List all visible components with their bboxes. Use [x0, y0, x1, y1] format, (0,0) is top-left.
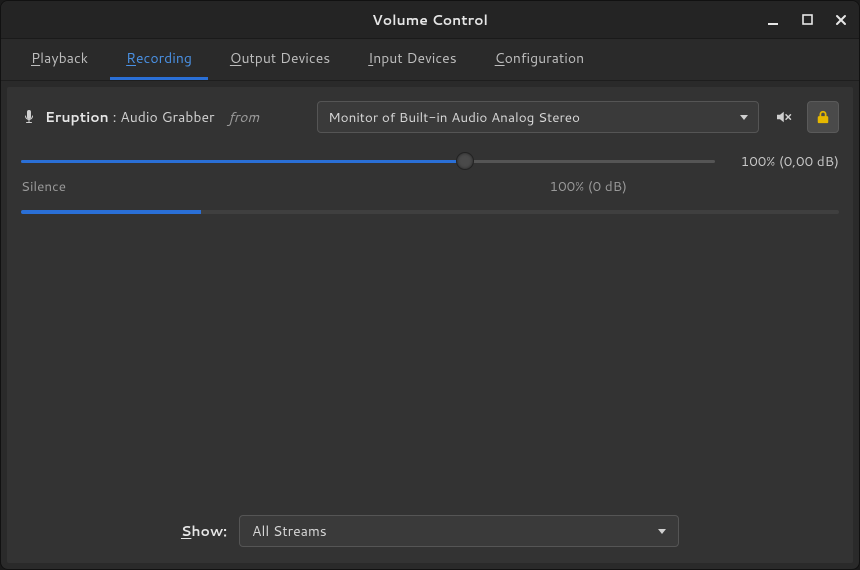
volume-row: 100% (0,00 dB) [21, 151, 839, 171]
lock-channels-button[interactable] [807, 101, 839, 133]
stream-app-name: Eruption [45, 107, 109, 127]
device-select[interactable]: Monitor of Built-in Audio Analog Stereo [317, 101, 759, 133]
footer: Show: All Streams [21, 505, 839, 553]
slider-scale-labels: Silence 100% (0 dB) [21, 177, 839, 196]
scale-label-silence: Silence [21, 177, 66, 196]
slider-fill [21, 160, 465, 163]
close-button[interactable] [833, 12, 849, 28]
volume-readout: 100% (0,00 dB) [729, 152, 839, 171]
content-area: Eruption : Audio Grabber from Monitor of… [7, 87, 853, 563]
stream-from-label: from [228, 107, 259, 127]
tab-bar: Playback Recording Output Devices Input … [1, 39, 859, 81]
device-selected-label: Monitor of Built-in Audio Analog Stereo [328, 108, 580, 127]
chevron-down-icon [740, 115, 748, 120]
stream-header: Eruption : Audio Grabber from Monitor of… [21, 101, 839, 133]
show-filter-selected: All Streams [252, 521, 327, 541]
tab-input-devices[interactable]: Input Devices [352, 39, 472, 80]
slider-track [21, 160, 715, 163]
volume-slider[interactable] [21, 151, 715, 171]
minimize-button[interactable] [765, 12, 781, 28]
stream-description: Audio Grabber [120, 107, 214, 127]
tab-recording[interactable]: Recording [110, 39, 208, 80]
maximize-button[interactable] [799, 12, 815, 28]
tab-configuration[interactable]: Configuration [479, 39, 601, 80]
microphone-icon [21, 109, 37, 125]
titlebar[interactable]: Volume Control [1, 1, 859, 39]
tab-output-devices[interactable]: Output Devices [214, 39, 346, 80]
show-label: Show: [181, 521, 227, 541]
level-meter-fill [21, 210, 201, 214]
level-meter [21, 210, 839, 214]
chevron-down-icon [658, 529, 666, 534]
slider-thumb[interactable] [456, 152, 474, 170]
spacer [21, 214, 839, 505]
show-filter-select[interactable]: All Streams [239, 515, 679, 547]
window: Volume Control Playback Recording Output… [0, 0, 860, 570]
scale-label-reference: 100% (0 dB) [550, 177, 627, 196]
window-title: Volume Control [372, 10, 488, 30]
stream-label: Eruption : Audio Grabber [45, 107, 214, 127]
mute-button[interactable] [767, 101, 799, 133]
tab-playback[interactable]: Playback [15, 39, 104, 80]
window-controls [765, 12, 849, 28]
